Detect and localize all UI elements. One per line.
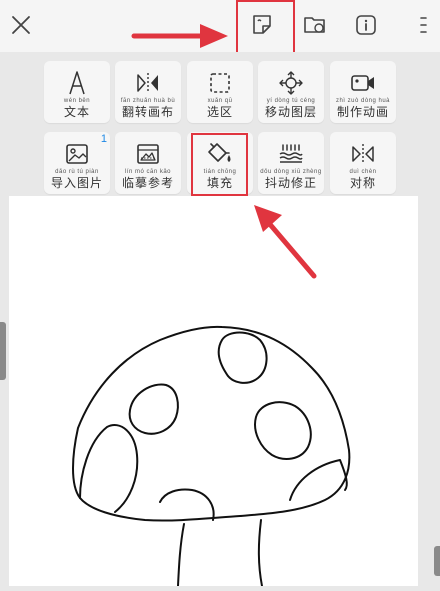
info-icon[interactable] (349, 8, 383, 42)
tool-pinyin: zhì zuò dòng huà (335, 98, 391, 104)
tool-pinyin: yí dòng tú céng (266, 98, 316, 104)
drawing-canvas[interactable] (9, 196, 418, 587)
tool-trace-reference[interactable]: lín mó cān kǎo 临摹参考 (115, 132, 181, 194)
annotation-highlight-top (236, 0, 295, 54)
tool-text[interactable]: wén běn 文本 (44, 61, 110, 123)
tool-pinyin: duì chèn (349, 169, 377, 175)
flip-canvas-icon (115, 69, 181, 97)
tool-pinyin: xuǎn qū (207, 98, 233, 104)
tool-label: 导入图片 (50, 176, 103, 190)
move-layer-icon (258, 69, 324, 97)
tool-symmetry[interactable]: duì chèn 对称 (330, 132, 396, 194)
stabilizer-icon (258, 140, 324, 168)
tool-pinyin: dǒu dòng xiū zhèng (260, 169, 322, 175)
selection-icon (187, 69, 253, 97)
trace-reference-icon (115, 140, 181, 168)
import-badge: 1 (100, 133, 107, 145)
tool-selection[interactable]: xuǎn qū 选区 (187, 61, 253, 123)
annotation-highlight-fill (191, 133, 248, 196)
top-bar (0, 0, 440, 52)
tool-label: 文本 (63, 105, 90, 119)
tool-label: 翻转画布 (121, 105, 174, 119)
tool-pinyin: fān zhuǎn huà bù (120, 98, 176, 104)
left-scroll-handle[interactable] (0, 322, 6, 380)
tool-pinyin: dǎo rù tú piàn (55, 169, 99, 175)
animation-icon (330, 69, 396, 97)
close-icon[interactable] (4, 8, 38, 42)
right-scroll-handle[interactable] (434, 546, 440, 576)
tool-label: 制作动画 (336, 105, 389, 119)
tool-animation[interactable]: zhì zuò dòng huà 制作动画 (330, 61, 396, 123)
symmetry-icon (330, 140, 396, 168)
tool-label: 抖动修正 (264, 176, 317, 190)
tool-label: 临摹参考 (121, 176, 174, 190)
tool-flip-canvas[interactable]: fān zhuǎn huà bù 翻转画布 (115, 61, 181, 123)
menu-icon[interactable] (404, 8, 438, 42)
text-icon (44, 69, 110, 97)
tool-import-image[interactable]: 1 dǎo rù tú piàn 导入图片 (44, 132, 110, 194)
tool-pinyin: lín mó cān kǎo (124, 169, 172, 175)
folder-icon[interactable] (298, 8, 332, 42)
tool-label: 对称 (349, 176, 376, 190)
tool-stabilizer[interactable]: dǒu dòng xiū zhèng 抖动修正 (258, 132, 324, 194)
tool-label: 移动图层 (264, 105, 317, 119)
tool-move-layer[interactable]: yí dòng tú céng 移动图层 (258, 61, 324, 123)
tool-pinyin: wén běn (63, 98, 91, 104)
mushroom-drawing (72, 325, 351, 587)
tool-label: 选区 (206, 105, 233, 119)
